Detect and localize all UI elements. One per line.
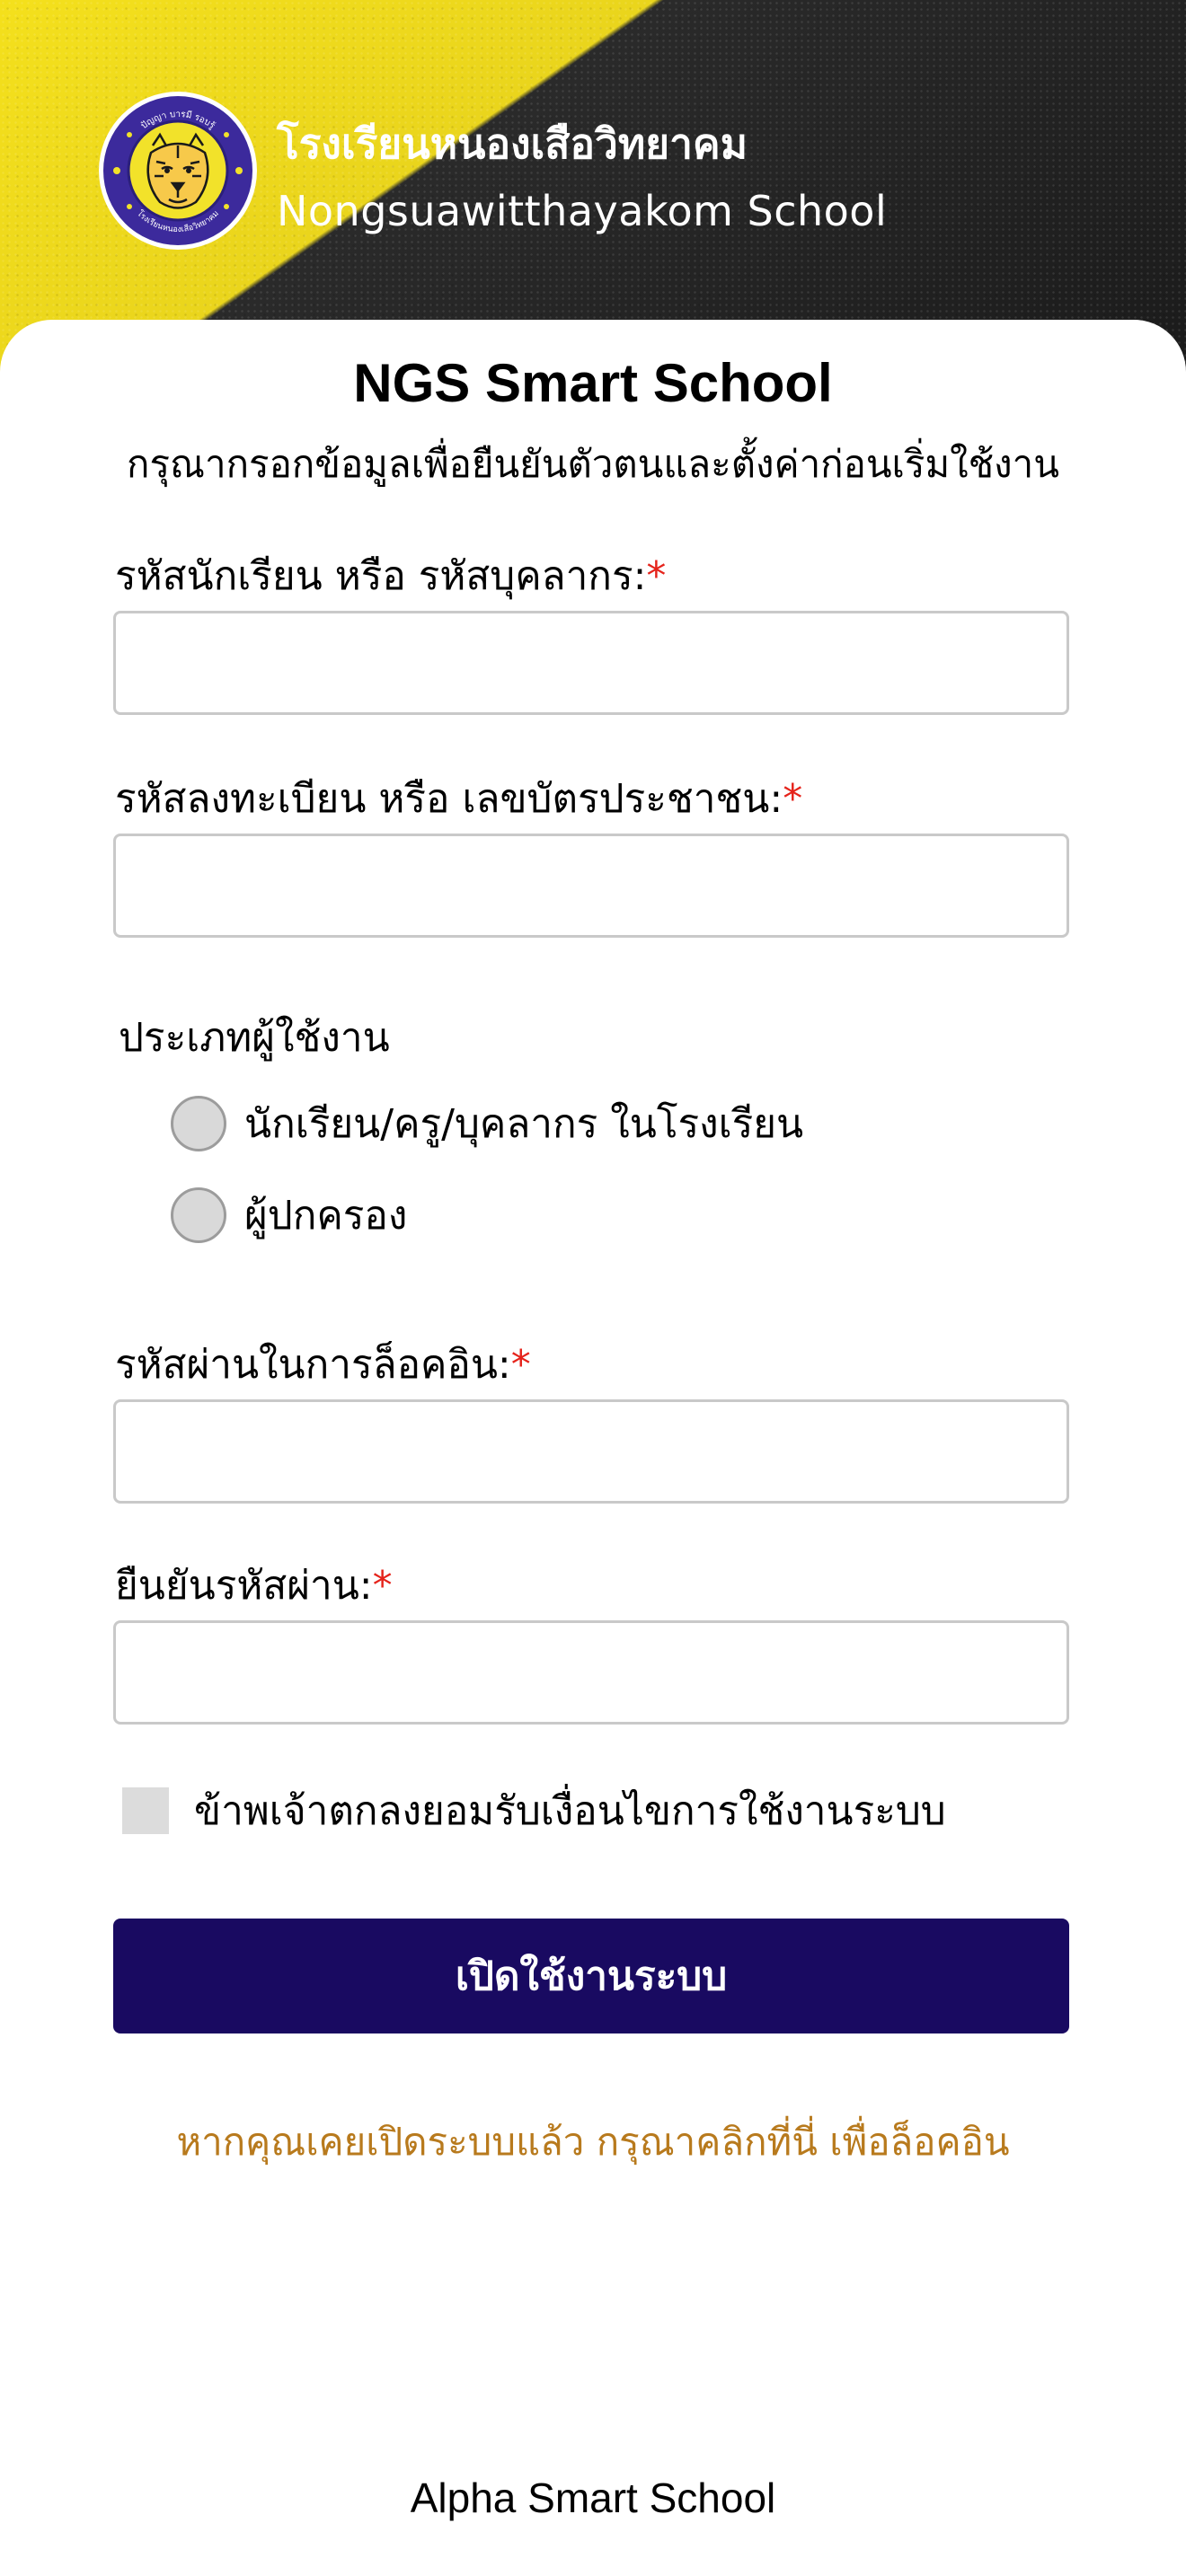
terms-checkbox[interactable] [122,1787,169,1834]
radio-option-student-staff[interactable]: นักเรียน/ครู/บุคลากร ในโรงเรียน [171,1092,803,1155]
password-input[interactable] [113,1399,1069,1504]
confirm-password-input[interactable] [113,1620,1069,1725]
radio-button[interactable] [171,1096,226,1151]
user-type-label: ประเภทผู้ใช้งาน [119,1015,390,1061]
reg-id-input[interactable] [113,834,1069,938]
school-name-thai: โรงเรียนหนองเสือวิทยาคม [277,119,748,168]
activation-card: NGS Smart School กรุณากรอกข้อมูลเพื่อยืน… [0,320,1186,2576]
terms-checkbox-row[interactable]: ข้าพเจ้าตกลงยอมรับเงื่อนไขการใช้งานระบบ [122,1784,946,1838]
confirm-password-label: ยืนยันรหัสผ่าน:* [115,1563,393,1609]
radio-label: ผู้ปกครอง [244,1193,408,1239]
terms-label: ข้าพเจ้าตกลงยอมรับเงื่อนไขการใช้งานระบบ [194,1788,946,1834]
school-name-english: Nongsuawitthayakom School [277,187,888,235]
tiger-emblem-icon: ปัญญา บารมี รอบรู้ โรงเรียนหนองเสือวิทยา… [99,92,257,250]
user-id-input[interactable] [113,611,1069,715]
required-mark: * [646,553,667,599]
radio-button[interactable] [171,1187,226,1243]
activate-button[interactable]: เปิดใช้งานระบบ [113,1919,1069,2033]
radio-option-parent[interactable]: ผู้ปกครอง [171,1184,407,1247]
page-title: NGS Smart School [353,353,833,413]
required-mark: * [783,776,803,822]
footer-brand: Alpha Smart School [410,2475,776,2521]
reg-id-label: รหัสลงทะเบียน หรือ เลขบัตรประชาชน:* [115,776,803,822]
password-label: รหัสผ่านในการล็อคอิน:* [115,1342,531,1388]
required-mark: * [372,1563,393,1609]
required-mark: * [510,1342,531,1388]
page-subtitle: กรุณากรอกข้อมูลเพื่อยืนยันตัวตนและตั้งค่… [127,442,1059,486]
user-id-label: รหัสนักเรียน หรือ รหัสบุคลากร:* [115,553,667,599]
radio-label: นักเรียน/ครู/บุคลากร ในโรงเรียน [244,1101,804,1147]
login-link[interactable]: หากคุณเคยเปิดระบบแล้ว กรุณาคลิกที่นี่ เพ… [0,2113,1186,2172]
